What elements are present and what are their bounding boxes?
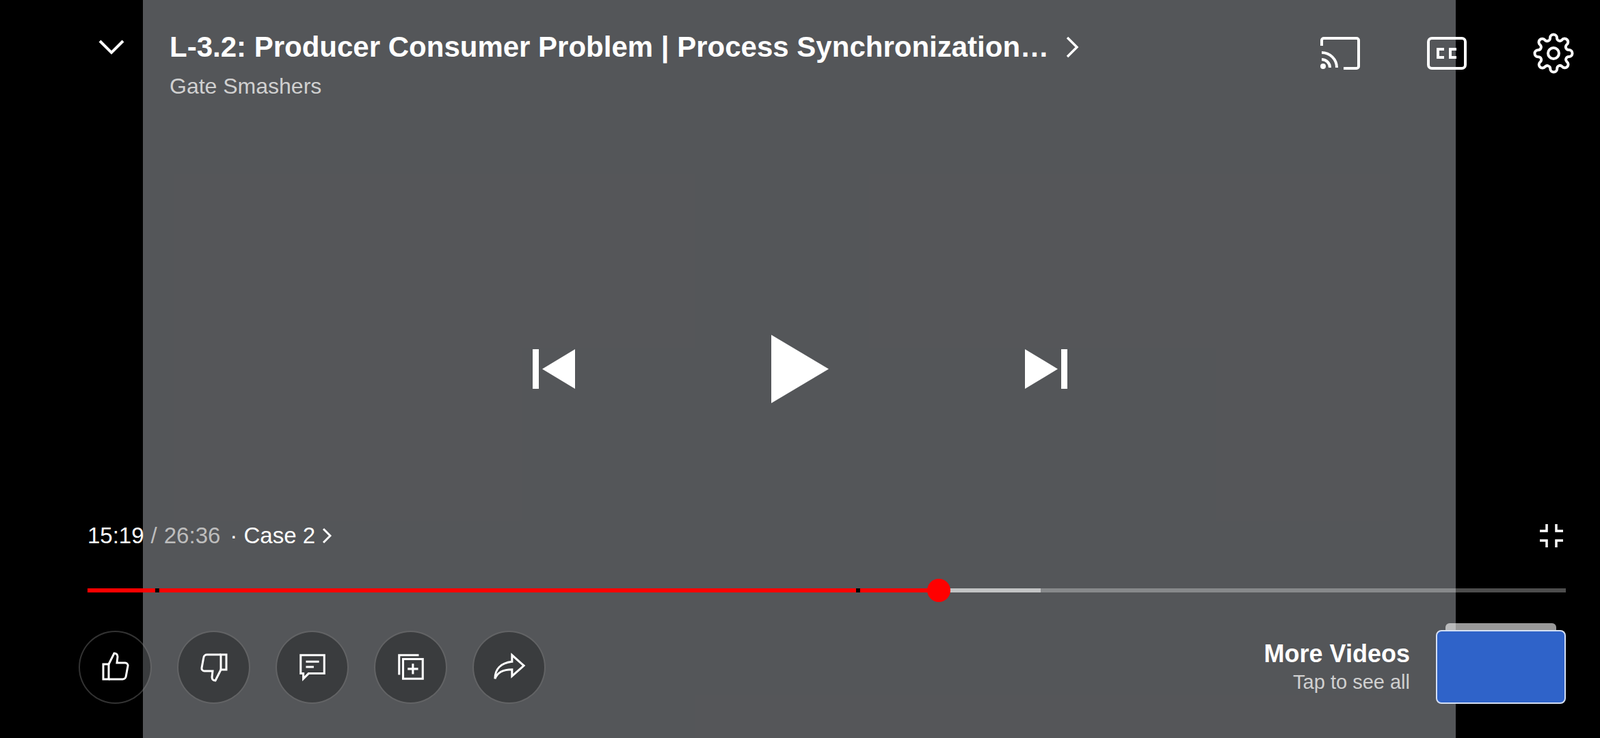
captions-icon[interactable] <box>1420 27 1473 80</box>
video-title[interactable]: L-3.2: Producer Consumer Problem | Proce… <box>169 24 1049 70</box>
time-row: 15:19 / 26:36 · Case 2 <box>87 521 1566 552</box>
played-fill <box>87 588 939 593</box>
chapter-gap <box>856 588 861 593</box>
chapter-chevron-icon[interactable] <box>322 527 332 545</box>
settings-gear-icon[interactable] <box>1527 27 1580 80</box>
playback-controls <box>0 0 1600 738</box>
more-videos-thumbnail[interactable] <box>1435 630 1566 705</box>
share-icon[interactable] <box>472 631 546 705</box>
more-videos-text: More Videos Tap to see all <box>1264 639 1410 696</box>
chapter-gap <box>155 588 160 593</box>
action-row: More Videos Tap to see all <box>87 630 1566 705</box>
play-icon <box>771 335 829 404</box>
more-videos[interactable]: More Videos Tap to see all <box>1264 630 1566 705</box>
progress-track <box>87 588 1566 593</box>
dislike-icon[interactable] <box>177 631 251 705</box>
chapter-title[interactable]: · Case 2 <box>229 521 316 552</box>
previous-icon[interactable] <box>512 328 595 411</box>
seek-bar[interactable] <box>87 581 1566 601</box>
save-playlist-icon[interactable] <box>374 631 448 705</box>
thumbnail-picture <box>1435 630 1566 705</box>
video-info: L-3.2: Producer Consumer Problem | Proce… <box>169 24 1315 102</box>
more-videos-subtitle[interactable]: Tap to see all <box>1292 669 1410 696</box>
player-overlay: L-3.2: Producer Consumer Problem | Proce… <box>0 0 1600 738</box>
duration: 26:36 <box>164 521 221 552</box>
player-screen: L-3.2: Producer Consumer Problem | Proce… <box>0 0 1600 738</box>
exit-fullscreen-icon[interactable] <box>1534 521 1569 552</box>
time-display: 15:19 / 26:36 · Case 2 <box>87 521 332 552</box>
comments-icon[interactable] <box>275 631 349 705</box>
seek-thumb[interactable] <box>927 579 951 603</box>
expand-chevron-icon[interactable] <box>1065 35 1079 59</box>
next-icon[interactable] <box>1005 328 1088 411</box>
top-actions <box>1314 27 1580 80</box>
cast-icon[interactable] <box>1314 27 1367 80</box>
channel-name[interactable]: Gate Smashers <box>169 71 1315 102</box>
minimize-chevron-icon[interactable] <box>88 24 135 70</box>
more-videos-title[interactable]: More Videos <box>1264 639 1410 670</box>
time-separator: / <box>151 521 158 552</box>
top-bar: L-3.2: Producer Consumer Problem | Proce… <box>0 0 1600 102</box>
action-buttons <box>78 631 546 705</box>
play-pause-button[interactable] <box>745 314 855 424</box>
current-time: 15:19 <box>87 521 145 552</box>
bottom-controls: 15:19 / 26:36 · Case 2 <box>0 521 1600 738</box>
like-icon[interactable] <box>78 631 152 705</box>
